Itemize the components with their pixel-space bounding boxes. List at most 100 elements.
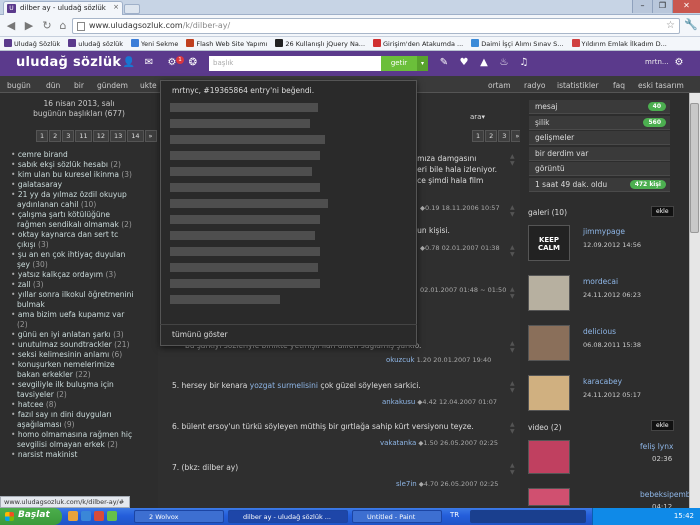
video-thumbnail[interactable] <box>528 488 570 506</box>
topic-item[interactable]: kim ulan bu kuresel ikinma (3) <box>11 170 137 180</box>
minimize-button[interactable]: – <box>632 0 652 13</box>
gallery-author[interactable]: mordecai <box>583 277 618 286</box>
heart-icon[interactable]: ♥ <box>457 56 471 70</box>
bookmark-item[interactable]: Flash Web Site Yapımı <box>182 37 271 48</box>
entry-author[interactable]: ankakusu <box>382 398 415 406</box>
topic-title[interactable]: galatasaray <box>18 180 62 189</box>
gallery-add-button[interactable]: ekle <box>651 206 674 217</box>
blurred-notification[interactable] <box>170 263 318 272</box>
topic-item[interactable]: günü en iyi anlatan şarkı (3) <box>11 330 137 340</box>
page-link[interactable]: 2 <box>49 130 62 142</box>
bookmark-item[interactable]: Yıldırım Emlak İlkadım D... <box>568 37 671 48</box>
topic-item[interactable]: ama bizim uefa kupamız var (2) <box>11 310 137 330</box>
topic-item[interactable]: sevgiliyle ilk buluşma için tavsiyeler (… <box>11 380 137 400</box>
blurred-notification[interactable] <box>170 151 320 160</box>
browser-tab[interactable]: U dilber ay - uludağ sözlük × <box>3 1 123 15</box>
reload-icon[interactable]: ↻ <box>40 19 54 33</box>
user-icon[interactable]: 👤 <box>122 56 136 70</box>
sidebar-box-3[interactable]: bir derdim var <box>529 146 670 161</box>
taskbar-wolvox[interactable]: 2 Wolvox <box>134 510 224 523</box>
show-all-notifications-link[interactable]: tümünü göster <box>172 330 228 339</box>
sidebar-box-1[interactable]: şilik 560 <box>529 115 670 130</box>
topic-item[interactable]: cemre birand <box>11 150 137 160</box>
music-icon[interactable]: ♫ <box>517 56 531 70</box>
entry-author[interactable]: vakatanka <box>380 439 416 447</box>
gallery-thumbnail[interactable] <box>528 375 570 411</box>
settings-icon[interactable]: ⚙ <box>672 56 686 70</box>
maximize-button[interactable]: ❐ <box>652 0 672 13</box>
blurred-notification[interactable] <box>170 215 320 224</box>
topic-title[interactable]: ama bizim uefa kupamız var <box>18 310 124 319</box>
footprints-icon[interactable]: ❂ <box>186 56 200 70</box>
blurred-notification[interactable] <box>170 279 320 288</box>
topic-title[interactable]: narsist makinist <box>18 450 78 459</box>
video-thumbnail[interactable] <box>528 440 570 474</box>
new-tab-button[interactable] <box>124 4 140 14</box>
topic-item[interactable]: oktay kaynarca dan sert tc çıkışı (3) <box>11 230 137 250</box>
topic-item[interactable]: 21 yy da yılmaz özdil okuyup aydınlanan … <box>11 190 137 210</box>
sidebar-box-5[interactable]: 1 saat 49 dak. oldu 472 kişi <box>529 177 670 192</box>
topic-item[interactable]: fazıl say ın dini duyguları aşağılaması … <box>11 410 137 430</box>
category-4[interactable]: ukte <box>140 81 157 90</box>
clock[interactable]: 15:42 <box>674 512 694 520</box>
bkz-link[interactable]: yozgat surmelisini <box>250 381 318 390</box>
bookmark-item[interactable]: Uludağ Sözlük <box>0 37 64 48</box>
gallery-author[interactable]: jimmypage <box>583 227 625 236</box>
quicklaunch-chrome-icon[interactable] <box>94 511 104 521</box>
topic-item[interactable]: narsist makinist <box>11 450 137 460</box>
blurred-notification[interactable] <box>170 231 315 240</box>
blurred-notification[interactable] <box>170 119 310 128</box>
page-link[interactable]: » <box>144 130 157 142</box>
vote-arrows[interactable]: ▲ ▼ <box>510 286 515 300</box>
vote-arrows[interactable]: ▲ ▼ <box>510 244 515 258</box>
wrench-menu-icon[interactable]: 🔧 <box>684 18 698 31</box>
mail-icon[interactable]: ✉ <box>142 56 156 70</box>
category-right-3[interactable]: faq <box>613 81 625 90</box>
topic-item[interactable]: galatasaray <box>11 180 137 190</box>
scrollbar-thumb[interactable] <box>690 103 699 233</box>
page-link[interactable]: 14 <box>127 130 144 142</box>
page-link[interactable]: 11 <box>75 130 92 142</box>
topic-item[interactable]: yıllar sonra ilkokul öğretmenini bulmak <box>11 290 137 310</box>
topic-item[interactable]: zall (3) <box>11 280 137 290</box>
topic-item[interactable]: şu an en çok ihtiyaç duyulan şey (30) <box>11 250 137 270</box>
sidebar-box-2[interactable]: gelişmeler <box>529 131 670 145</box>
search-button[interactable]: getir <box>381 56 417 71</box>
category-2[interactable]: bir <box>74 81 84 90</box>
topic-title[interactable]: hatcee <box>18 400 44 409</box>
username-menu[interactable]: mrtn... <box>645 58 669 66</box>
topic-title[interactable]: 21 yy da yılmaz özdil okuyup aydınlanan … <box>17 190 127 209</box>
page-link[interactable]: 12 <box>92 130 109 142</box>
topic-title[interactable]: konuşurken nemelerimize bakan erkekler <box>17 360 115 379</box>
entry-author[interactable]: sle7in <box>396 480 417 488</box>
topic-title[interactable]: yatsız kalkçaz ordayım <box>18 270 103 279</box>
blurred-notification[interactable] <box>170 103 318 112</box>
blurred-notification[interactable] <box>170 199 328 208</box>
bookmark-item[interactable]: Girişim'den Atakumda ... <box>369 37 467 48</box>
notification-headline[interactable]: mrtnyc, #19365864 entry'ni beğendi. <box>172 86 314 95</box>
category-3[interactable]: gündem <box>97 81 128 90</box>
fire-icon[interactable]: ♨ <box>497 56 511 70</box>
close-window-button[interactable]: ✕ <box>672 0 700 13</box>
topic-title[interactable]: yıllar sonra ilkokul öğretmenini bulmak <box>17 290 133 309</box>
gallery-thumbnail[interactable] <box>528 275 570 311</box>
topic-title[interactable]: seksi kelimesinin anlamı <box>18 350 109 359</box>
topic-title[interactable]: sabık ekşi sözlük hesabı <box>18 160 108 169</box>
video-add-button[interactable]: ekle <box>651 420 674 431</box>
search-input[interactable]: başlık <box>209 56 381 71</box>
topic-item[interactable]: sabık ekşi sözlük hesabı (2) <box>11 160 137 170</box>
topic-title[interactable]: oktay kaynarca dan sert tc çıkışı <box>17 230 118 249</box>
sidebar-box-4[interactable]: görüntü <box>529 162 670 176</box>
topic-title[interactable]: unutulmaz soundtrackler <box>18 340 112 349</box>
blurred-notification[interactable] <box>170 295 280 304</box>
video-author[interactable]: feliş lynx <box>640 442 673 451</box>
category-right-1[interactable]: radyo <box>524 81 545 90</box>
search-in-topic-button[interactable]: ara▾ <box>470 113 485 121</box>
blurred-notification[interactable] <box>170 247 320 256</box>
topic-item[interactable]: konuşurken nemelerimize bakan erkekler (… <box>11 360 137 380</box>
category-right-2[interactable]: istatistikler <box>557 81 599 90</box>
blurred-notification[interactable] <box>170 135 325 144</box>
bookmark-star-icon[interactable]: ☆ <box>666 20 675 31</box>
blurred-notification[interactable] <box>170 183 320 192</box>
topic-title[interactable]: günü en iyi anlatan şarkı <box>18 330 111 339</box>
